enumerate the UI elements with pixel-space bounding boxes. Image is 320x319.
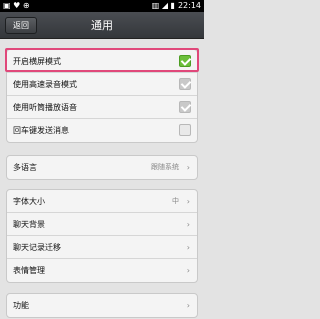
font-size-row[interactable]: 字体大小 中 › [7,190,197,213]
settings-group-features: 功能 › [6,293,198,318]
enter-to-send-checkbox[interactable] [179,124,191,136]
status-time: 22:14 [177,1,201,10]
earpiece-playback-row[interactable]: 使用听筒播放语音 [7,96,197,119]
landscape-mode-label: 开启横屏模式 [13,57,61,66]
language-row[interactable]: 多语言 跟随系统 › [7,156,197,179]
chat-history-migration-label: 聊天记录迁移 [13,243,61,252]
high-speed-recording-label: 使用高速录音模式 [13,80,77,89]
earpiece-playback-checkbox[interactable] [179,101,191,113]
high-speed-recording-row[interactable]: 使用高速录音模式 [7,73,197,96]
font-size-label: 字体大小 [13,197,45,206]
high-speed-recording-checkbox[interactable] [179,78,191,90]
emoji-management-label: 表情管理 [13,266,45,275]
chat-background-row[interactable]: 聊天背景 › [7,213,197,236]
enter-to-send-row[interactable]: 回车键发送消息 [7,119,197,142]
back-button[interactable]: 返回 [5,17,37,34]
font-size-value: 中 [172,197,179,205]
chat-history-migration-row[interactable]: 聊天记录迁移 › [7,236,197,259]
features-row[interactable]: 功能 › [7,294,197,317]
chevron-right-icon: › [186,163,190,172]
landscape-mode-checkbox[interactable] [179,55,191,67]
chevron-right-icon: › [186,243,190,252]
language-label: 多语言 [13,163,37,172]
status-bar: ▣ ♥ ⊕ ▥ ◢ ▮ 22:14 [0,0,204,12]
settings-group-chat: 字体大小 中 › 聊天背景 › 聊天记录迁移 › 表情管理 › [6,189,198,283]
chevron-right-icon: › [186,301,190,310]
status-right: ▥ ◢ ▮ 22:14 [152,0,201,12]
enter-to-send-label: 回车键发送消息 [13,126,69,135]
chat-background-label: 聊天背景 [13,220,45,229]
emoji-management-row[interactable]: 表情管理 › [7,259,197,282]
title-bar: 通用 返回 [0,12,204,39]
notification-icons: ▣ ♥ ⊕ [3,1,30,10]
earpiece-playback-label: 使用听筒播放语音 [13,103,77,112]
landscape-mode-row[interactable]: 开启横屏模式 [7,50,197,73]
chevron-right-icon: › [186,197,190,206]
language-value: 跟随系统 [151,163,179,171]
chevron-right-icon: › [186,220,190,229]
signal-battery-icons: ▥ ◢ ▮ [151,1,175,10]
settings-group-toggles: 开启横屏模式 使用高速录音模式 使用听筒播放语音 回车键发送消息 [6,49,198,143]
features-label: 功能 [13,301,29,310]
chevron-right-icon: › [186,266,190,275]
settings-group-language: 多语言 跟随系统 › [6,155,198,180]
